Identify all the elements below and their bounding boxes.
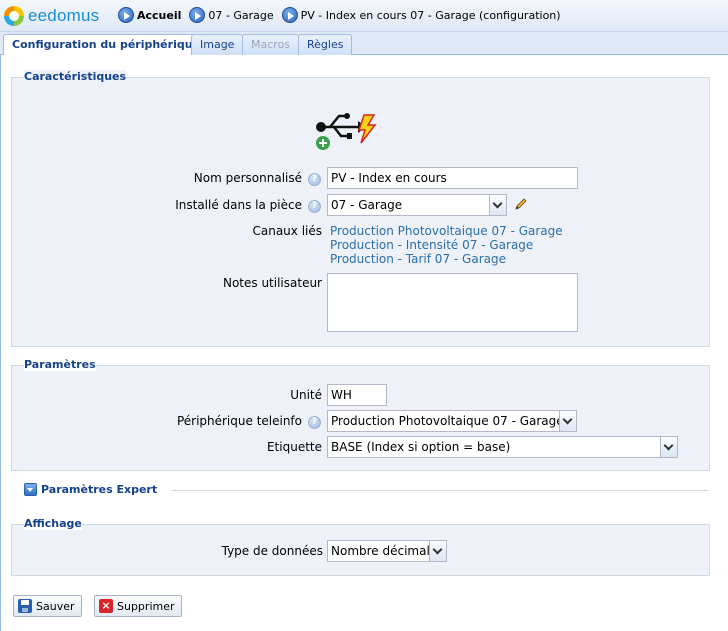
label-notes: Notes utilisateur [222,276,322,290]
label-type: Type de données [221,544,323,558]
breadcrumb-device[interactable]: PV - Index en cours 07 - Garage (configu… [281,7,561,23]
tab-regles[interactable]: Règles [298,34,353,55]
label-nom: Nom personnalisé [193,171,302,185]
select-value: Nombre décimal [331,544,430,558]
breadcrumb-home[interactable]: Accueil [118,7,181,23]
tab-bar: Configuration du périphérique Image Macr… [0,32,728,56]
save-button[interactable]: Sauver [13,595,82,617]
expert-label[interactable]: Paramètres Expert [41,483,157,496]
label-piece: Installé dans la pièce [175,198,302,212]
select-value: 07 - Garage [331,198,403,212]
breadcrumb: Accueil 07 - Garage PV - Index en cours … [118,7,569,23]
arrow-right-icon [189,7,206,23]
fieldset-legend: Caractéristiques [24,70,127,83]
logo-text: eedomus [28,6,100,25]
fieldset-affichage: Affichage Type de données Nombre décimal [11,517,710,576]
help-icon[interactable]: ? [308,173,321,186]
arrow-right-icon [118,7,134,23]
notes-textarea[interactable] [327,273,578,332]
breadcrumb-label: Accueil [137,8,182,22]
breadcrumb-room[interactable]: 07 - Garage [189,7,274,23]
save-button-label: Sauver [36,599,75,613]
tab-image[interactable]: Image [191,34,244,55]
select-value: Production Photovoltaique 07 - Garage [331,414,564,428]
chevron-down-icon[interactable] [489,195,506,215]
main-panel: Caractéristiques Nom personnalisé ? PV -… [0,55,728,631]
close-icon: × [99,599,113,613]
floppy-disk-icon [18,599,32,613]
eedomus-logo[interactable]: eedomus [4,5,99,27]
teleinfo-select[interactable]: Production Photovoltaique 07 - Garage [327,410,577,432]
label-canaux: Canaux liés [252,224,322,238]
canal-link[interactable]: Production - Tarif 07 - Garage [330,252,506,266]
etiquette-select[interactable]: BASE (Index si option = base) [327,436,678,458]
arrow-right-icon [281,7,298,23]
canal-link[interactable]: Production - Intensité 07 - Garage [330,238,533,252]
label-teleinfo: Périphérique teleinfo [176,414,302,428]
fieldset-legend: Affichage [24,517,82,530]
chevron-down-icon[interactable] [660,437,677,457]
pencil-icon[interactable] [513,196,529,212]
fieldset-parametres: Paramètres Unité WH Périphérique teleinf… [11,358,710,471]
chevron-down-icon[interactable] [559,411,576,431]
delete-button[interactable]: × Supprimer [94,595,182,617]
expand-icon[interactable] [24,483,37,496]
divider [171,490,709,491]
breadcrumb-label: 07 - Garage [208,8,274,22]
label-unite: Unité [290,388,322,402]
label-etiquette: Etiquette [266,440,322,454]
help-icon[interactable]: ? [308,416,321,429]
delete-button-label: Supprimer [117,599,175,613]
expert-toggle[interactable]: Paramètres Expert [11,480,710,500]
help-icon[interactable]: ? [308,200,321,213]
fieldset-legend: Paramètres [24,358,96,371]
nom-input[interactable]: PV - Index en cours [327,167,578,189]
tab-configuration[interactable]: Configuration du périphérique [3,34,210,56]
piece-select[interactable]: 07 - Garage [327,194,507,216]
select-value: BASE (Index si option = base) [331,440,511,454]
type-select[interactable]: Nombre décimal [327,540,447,562]
usb-lightning-icon [316,113,377,150]
logo-icon [4,6,24,26]
tab-macros: Macros [242,34,300,55]
chevron-down-icon[interactable] [429,541,446,561]
unite-input[interactable]: WH [327,384,387,406]
top-bar: eedomus Accueil 07 - Garage PV - Index e… [0,0,728,32]
breadcrumb-label: PV - Index en cours 07 - Garage (configu… [300,8,561,22]
canal-link[interactable]: Production Photovoltaique 07 - Garage [330,224,563,238]
fieldset-caracteristiques: Caractéristiques Nom personnalisé ? PV -… [11,70,710,347]
